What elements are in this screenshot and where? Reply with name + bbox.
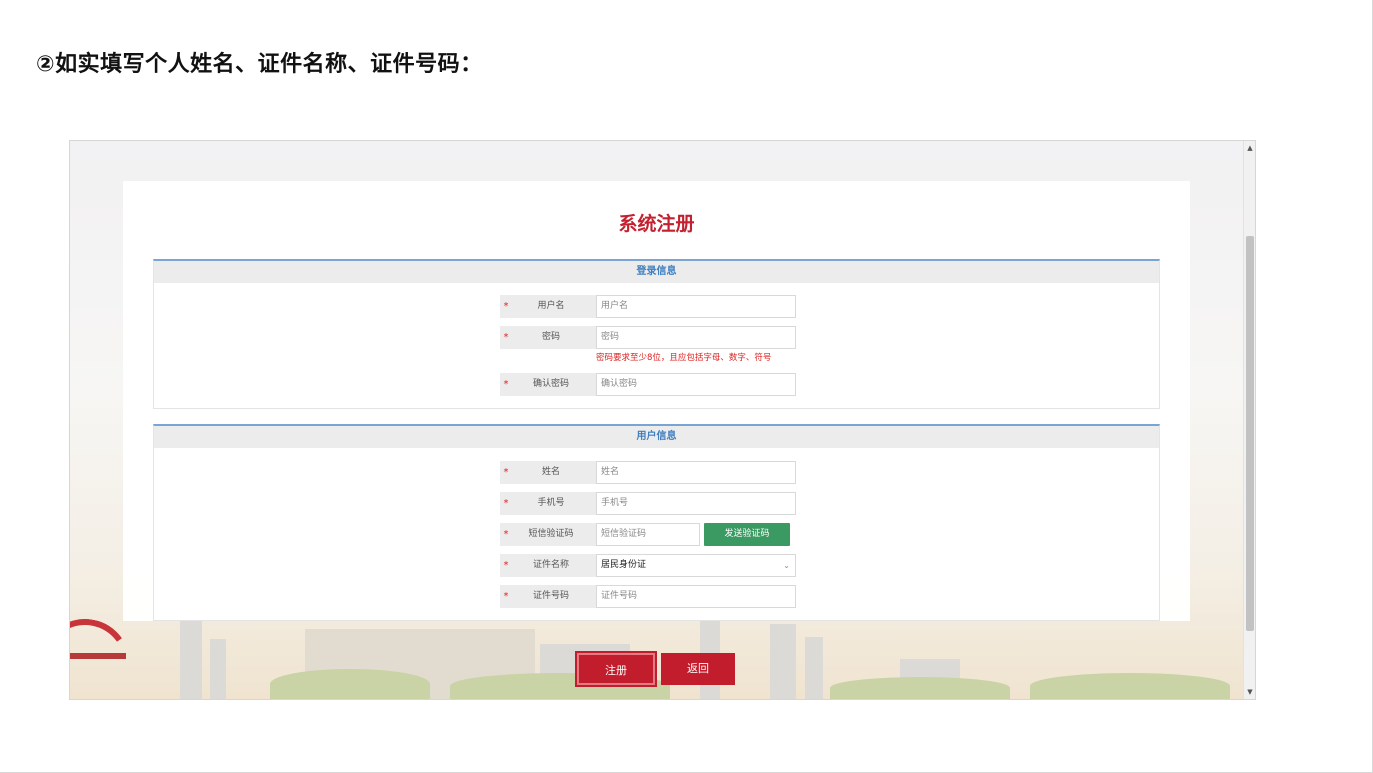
required-mark: * (503, 498, 509, 509)
field-label: 手机号 (500, 492, 596, 515)
field-label: 证件号码 (500, 585, 596, 608)
required-mark: * (503, 332, 509, 343)
screenshot-frame: ▲ ▼ 系统注册 登录信息 用户名 * 用户名 密码 * 密码 密码要求至少8位… (69, 140, 1256, 700)
bridge-decoration (70, 599, 138, 699)
sms-code-input[interactable]: 短信验证码 (596, 523, 700, 546)
password-input[interactable]: 密码 (596, 326, 796, 349)
field-label: 用户名 (500, 295, 596, 318)
confirm-password-input[interactable]: 确认密码 (596, 373, 796, 396)
triangle-up-icon[interactable]: ▲ (1244, 141, 1255, 155)
id-type-value: 居民身份证 (601, 560, 647, 570)
scrollbar-thumb[interactable] (1246, 236, 1254, 631)
user-info-section: 用户信息 姓名 * 姓名 手机号 * 手机号 短信验证码 * 短信验证码 发送验… (153, 424, 1160, 621)
required-mark: * (503, 467, 509, 478)
page-title: 系统注册 (618, 213, 695, 235)
required-mark: * (503, 591, 509, 602)
field-label: 密码 (500, 326, 596, 349)
required-mark: * (503, 560, 509, 571)
field-label: 证件名称 (500, 554, 596, 577)
phone-input[interactable]: 手机号 (596, 492, 796, 515)
id-number-input[interactable]: 证件号码 (596, 585, 796, 608)
send-code-button[interactable]: 发送验证码 (704, 523, 790, 546)
required-mark: * (503, 301, 509, 312)
triangle-down-icon[interactable]: ▼ (1244, 685, 1255, 699)
back-button[interactable]: 返回 (661, 653, 735, 685)
field-label: 姓名 (500, 461, 596, 484)
required-mark: * (503, 379, 509, 390)
register-button[interactable]: 注册 (577, 653, 655, 685)
username-input[interactable]: 用户名 (596, 295, 796, 318)
instruction-heading: ②如实填写个人姓名、证件名称、证件号码： (36, 52, 483, 77)
scrollbar[interactable]: ▲ ▼ (1243, 141, 1255, 699)
login-info-section: 登录信息 用户名 * 用户名 密码 * 密码 密码要求至少8位，且应包括字母、数… (153, 259, 1160, 409)
password-hint: 密码要求至少8位，且应包括字母、数字、符号 (596, 353, 772, 363)
registration-panel: 系统注册 登录信息 用户名 * 用户名 密码 * 密码 密码要求至少8位，且应包… (123, 181, 1190, 621)
field-label: 确认密码 (500, 373, 596, 396)
name-input[interactable]: 姓名 (596, 461, 796, 484)
field-label: 短信验证码 (500, 523, 596, 546)
section-title-login: 登录信息 (154, 261, 1159, 283)
chevron-down-icon: ⌄ (783, 561, 790, 570)
section-title-user: 用户信息 (154, 426, 1159, 448)
id-type-select[interactable]: 居民身份证 ⌄ (596, 554, 796, 577)
required-mark: * (503, 529, 509, 540)
